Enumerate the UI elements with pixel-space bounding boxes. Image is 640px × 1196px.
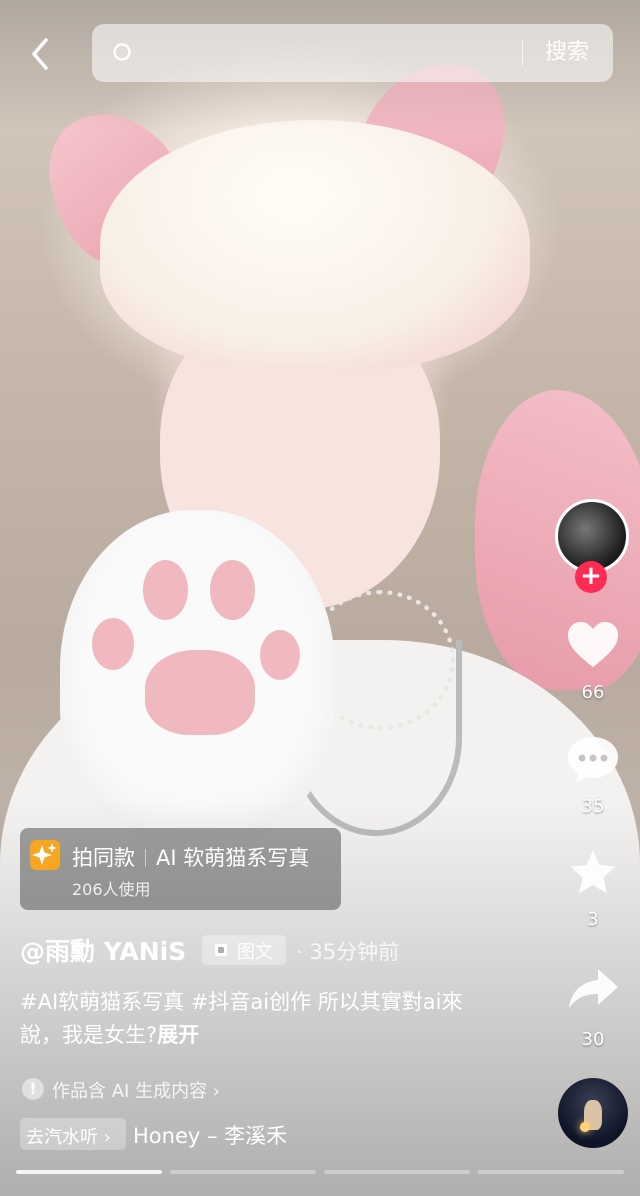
back-button[interactable] [22,34,62,74]
template-separator [145,849,146,867]
expand-link[interactable]: 展开 [157,1023,199,1047]
comment-button[interactable] [565,733,621,785]
hair [100,120,530,370]
search-bar[interactable]: 搜索 [92,24,613,82]
post-type-badge: 图文 [202,935,286,965]
share-count: 30 [581,1029,605,1050]
chevron-left-icon [32,38,48,70]
music-tag-label: 去汽水听 › [26,1127,111,1148]
photo-post-screen: 搜索 + 66 35 3 30 拍同款 AI 软萌猫系写真 206人使用 @雨勳… [0,0,640,1196]
post-caption: #AI软萌猫系写真 #抖音ai创作 所以其實對ai來說，我是女生?展开 [20,986,490,1052]
like-button[interactable] [565,619,621,671]
caption-text: #AI软萌猫系写真 #抖音ai创作 所以其實對ai來說，我是女生? [20,990,463,1047]
page-progress [16,1170,624,1174]
paw-toe-pad [143,560,188,620]
action-rail: + 66 35 3 30 [548,495,638,1195]
follow-button[interactable]: + [575,561,607,593]
comment-bubble-icon [568,737,618,783]
template-card[interactable]: 拍同款 AI 软萌猫系写真 206人使用 [20,828,341,910]
favorite-count: 3 [587,909,599,930]
search-input[interactable] [147,38,531,70]
star-icon [570,850,616,894]
search-button[interactable]: 搜索 [532,36,602,70]
paw-toe-pad [92,618,134,670]
heart-icon [568,622,618,667]
template-title: 拍同款 AI 软萌猫系写真 [72,842,309,872]
top-bar: 搜索 [0,0,640,110]
listen-on-qishui-button[interactable]: 去汽水听 › [20,1118,126,1150]
favorite-button[interactable] [565,847,621,899]
like-count: 66 [581,682,605,703]
search-icon [113,43,131,61]
info-icon: ! [22,1078,44,1100]
paw-glove [60,510,335,840]
music-title[interactable]: Honey – 李溪禾 [133,1120,287,1150]
post-time: · 35分钟前 [296,940,400,964]
share-arrow-icon [569,969,618,1008]
image-post-icon [215,944,227,956]
author-name[interactable]: @雨勳 YANiS [20,932,186,968]
music-disc[interactable] [558,1078,628,1148]
sparkle-icon [30,840,60,870]
progress-segment [324,1170,470,1174]
template-usage-count: 206人使用 [72,880,151,899]
share-button[interactable] [565,963,621,1015]
progress-segment [478,1170,624,1174]
comment-count: 35 [581,796,605,817]
paw-toe-pad [210,560,255,620]
post-type-label: 图文 [237,942,273,963]
template-name: AI 软萌猫系写真 [156,846,310,870]
disc-light [580,1122,590,1132]
paw-toe-pad [260,630,300,680]
paw-main-pad [145,650,255,735]
progress-segment [16,1170,162,1174]
progress-segment [170,1170,316,1174]
template-action-label: 拍同款 [72,846,135,870]
search-divider [522,40,523,66]
ai-notice-text: 作品含 AI 生成内容 › [52,1081,220,1102]
